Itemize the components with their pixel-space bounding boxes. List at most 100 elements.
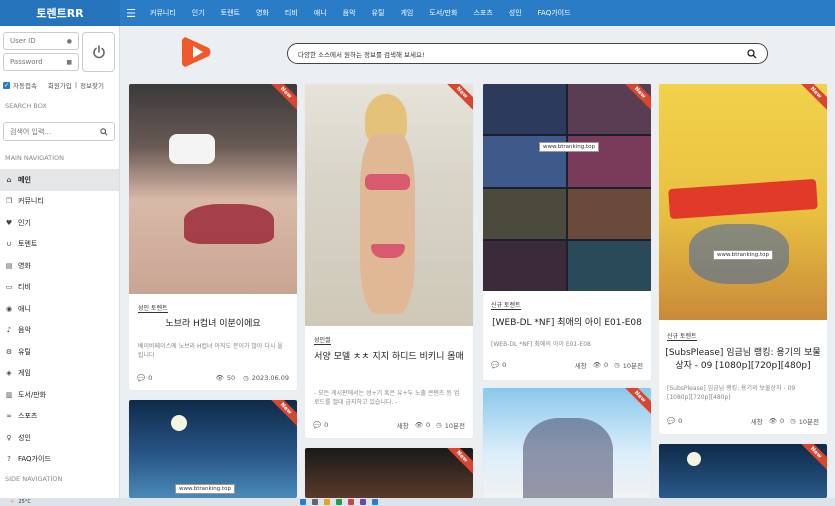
post-card[interactable]: New xyxy=(659,444,827,498)
search-icon[interactable] xyxy=(100,127,108,136)
main-search-input[interactable]: 다양한 소스에서 원하는 정보를 검색해 보세요! xyxy=(287,43,768,64)
comment-count: 0 xyxy=(324,421,329,429)
home-icon: ⌂ xyxy=(6,175,12,184)
sidebar-nav: ⌂ 메인 ❐ 커뮤니티 ♥ 인기 ∪ 토렌트 ▤ 영화 ▭ 티비 ◉ 애니 ♪ 음악 ⚙ 유틸 ◈ 게임 ▥ 도서/만화 ∞… xyxy=(0,169,119,470)
post-thumbnail[interactable] xyxy=(659,444,827,498)
sidebar-item[interactable]: ⌂ 메인 xyxy=(0,169,119,191)
sidebar-item[interactable]: ▭ 티비 xyxy=(0,277,119,299)
post-card[interactable]: www.btranking.top New 신규 토렌트 [SubsPlease… xyxy=(659,84,827,434)
post-author[interactable]: 새창 xyxy=(575,360,587,370)
taskbar-search-icon[interactable] xyxy=(312,499,318,505)
nav-item[interactable]: 성인 xyxy=(501,8,530,18)
bikini-bottom-shape xyxy=(371,244,405,258)
post-thumbnail[interactable]: www.btranking.top xyxy=(659,84,827,320)
sidebar-item[interactable]: ◈ 게임 xyxy=(0,363,119,385)
temperature: 25°C xyxy=(18,499,31,505)
browser-icon[interactable] xyxy=(348,499,354,505)
sidebar-search-input[interactable]: 검색어 입력... xyxy=(3,122,115,141)
post-thumbnail[interactable] xyxy=(305,448,473,498)
post-category[interactable]: 성인 토렌트 xyxy=(138,303,168,313)
post-title[interactable]: [WEB-DL *NF] 최애의 아이 E01-E08 xyxy=(489,317,645,330)
nav-item[interactable]: 애니 xyxy=(306,8,335,18)
sidebar-item[interactable]: ▥ 도서/만화 xyxy=(0,384,119,406)
sidebar-item-label: 도서/만화 xyxy=(18,390,47,399)
sidebar-item[interactable]: ♪ 음악 xyxy=(0,320,119,342)
signup-link[interactable]: 회원가입 xyxy=(48,80,72,90)
post-author[interactable]: 새창 xyxy=(397,420,409,430)
nav-item[interactable]: 커뮤니티 xyxy=(142,8,184,18)
sidebar-item[interactable]: ▤ 영화 xyxy=(0,255,119,277)
app-icon[interactable] xyxy=(372,499,378,505)
search-icon[interactable] xyxy=(747,48,757,59)
sidebar-item[interactable]: ∞ 스포츠 xyxy=(0,406,119,428)
post-thumbnail[interactable] xyxy=(129,84,297,294)
nav-item[interactable]: 도서/만화 xyxy=(421,8,465,18)
sidebar-item[interactable]: ⚙ 유틸 xyxy=(0,341,119,363)
weather-icon[interactable]: ☀ xyxy=(10,499,14,505)
play-logo-icon[interactable] xyxy=(179,34,215,70)
sidebar-item-label: 성인 xyxy=(18,433,31,442)
sidebar-item[interactable]: ♀ 성인 xyxy=(0,427,119,449)
post-title[interactable]: [SubsPlease] 임금님 랭킹: 용기의 보물상자 - 09 [1080… xyxy=(665,347,821,372)
nav-item[interactable]: 스포츠 xyxy=(465,8,500,18)
gamepad-icon: ◈ xyxy=(6,369,12,378)
sidebar-item[interactable]: ♥ 인기 xyxy=(0,212,119,234)
clothing-shape xyxy=(184,204,274,244)
sidebar-item[interactable]: ◉ 애니 xyxy=(0,298,119,320)
nav-item[interactable]: 토렌트 xyxy=(213,8,248,18)
post-title[interactable]: 노브라 H컵녀 이분이에요 xyxy=(135,318,291,331)
file-explorer-icon[interactable] xyxy=(324,499,330,505)
power-icon xyxy=(92,45,105,59)
windows-start-icon[interactable] xyxy=(300,499,306,505)
post-thumbnail[interactable]: www.btranking.top xyxy=(129,400,297,498)
post-category[interactable]: 신규 토렌트 xyxy=(491,300,521,310)
nav-item[interactable]: 인기 xyxy=(184,8,213,18)
post-description: [WEB-DL *NF] 최애의 아이 E01-E08 xyxy=(491,341,591,348)
post-title[interactable]: 서양 모델 ㅊㅊ 지지 하디드 비키니 몸매 xyxy=(311,351,467,364)
post-card[interactable]: New 성인 토렌트 노브라 H컵녀 이분이에요 베이비페이스에 노브라 H컵녀… xyxy=(129,84,297,390)
view-count: 0 xyxy=(425,421,431,429)
auto-login-label: 자동접속 xyxy=(13,82,37,90)
post-card[interactable]: www.btranking.top New 신규 토렌트 [WEB-DL *NF… xyxy=(483,84,651,380)
eye-icon: 👁 xyxy=(592,361,601,369)
nav-item[interactable]: 게임 xyxy=(392,8,421,18)
lock-icon: ■ xyxy=(66,58,72,66)
post-card[interactable]: New 성인썰 서양 모델 ㅊㅊ 지지 하디드 비키니 몸매 - 모든 게시판에… xyxy=(305,84,473,438)
sidebar-item[interactable]: ∪ 토렌트 xyxy=(0,234,119,256)
site-logo[interactable]: 토렌트RR xyxy=(0,0,120,26)
login-button[interactable] xyxy=(82,32,115,72)
password-input[interactable]: Password ■ xyxy=(3,53,79,71)
post-category[interactable]: 신규 토렌트 xyxy=(667,331,697,341)
sidebar-item[interactable]: ? FAQ가이드 xyxy=(0,449,119,471)
bicycle-icon: ∞ xyxy=(6,412,12,421)
post-thumbnail[interactable] xyxy=(483,388,651,498)
post-category[interactable]: 성인썰 xyxy=(314,335,331,345)
user-id-input[interactable]: User ID ● xyxy=(3,32,79,50)
app-icon[interactable] xyxy=(360,499,366,505)
nav-item[interactable]: FAQ가이드 xyxy=(530,8,579,18)
post-card[interactable]: New xyxy=(483,388,651,498)
post-thumbnail[interactable]: www.btranking.top xyxy=(483,84,651,291)
main-navigation-heading: MAIN NAVIGATION xyxy=(5,154,65,162)
sidebar-item[interactable]: ❐ 커뮤니티 xyxy=(0,191,119,213)
post-thumbnail[interactable] xyxy=(305,84,473,326)
post-card[interactable]: www.btranking.top New xyxy=(129,400,297,498)
nav-item[interactable]: 음악 xyxy=(335,8,364,18)
watermark: www.btranking.top xyxy=(713,250,773,260)
os-taskbar: ☀ 25°C xyxy=(0,498,835,506)
post-author[interactable]: 새창 xyxy=(751,416,763,426)
nav-item[interactable]: 영화 xyxy=(248,8,277,18)
hamburger-menu-icon[interactable]: ☰ xyxy=(120,7,142,20)
anime-title-shape xyxy=(668,178,818,220)
sidebar-item-label: 애니 xyxy=(18,304,31,313)
adult-icon: ♀ xyxy=(6,433,12,442)
nav-item[interactable]: 유틸 xyxy=(364,8,393,18)
question-icon: ? xyxy=(7,455,11,464)
auto-login-checkbox[interactable]: ✓ xyxy=(3,81,10,89)
app-icon[interactable] xyxy=(336,499,342,505)
post-card[interactable]: New xyxy=(305,448,473,498)
nav-item[interactable]: 티비 xyxy=(277,8,306,18)
community-icon: ❐ xyxy=(5,197,13,206)
find-info-link[interactable]: 정보찾기 xyxy=(80,80,104,90)
comment-count: 0 xyxy=(502,361,507,369)
